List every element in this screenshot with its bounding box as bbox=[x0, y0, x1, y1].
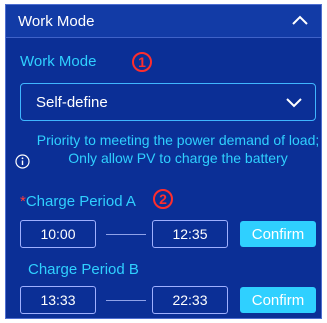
work-mode-select[interactable]: Self-define bbox=[20, 83, 316, 121]
work-mode-selected-value: Self-define bbox=[36, 94, 108, 111]
period-b-end-time[interactable]: 22:33 bbox=[152, 286, 228, 314]
panel-header[interactable]: Work Mode bbox=[6, 5, 321, 38]
charge-period-b-label: Charge Period B bbox=[28, 261, 139, 278]
mode-description: Priority to meeting the power demand of … bbox=[36, 132, 320, 166]
period-b-start-time[interactable]: 13:33 bbox=[20, 286, 96, 314]
period-b-confirm-button[interactable]: Confirm bbox=[240, 287, 316, 313]
period-a-confirm-button[interactable]: Confirm bbox=[240, 221, 316, 247]
chevron-down-icon bbox=[286, 98, 302, 108]
charge-period-a-text: Charge Period A bbox=[25, 193, 136, 210]
time-range-separator bbox=[106, 234, 146, 235]
period-a-start-time[interactable]: 10:00 bbox=[20, 220, 96, 248]
work-mode-label: Work Mode bbox=[20, 53, 97, 70]
work-mode-panel: Work Mode Work Mode 1 Self-define Priori… bbox=[5, 4, 322, 319]
period-a-end-time[interactable]: 12:35 bbox=[152, 220, 228, 248]
annotation-marker-2: 2 bbox=[153, 189, 173, 209]
info-icon bbox=[15, 154, 30, 169]
chevron-up-icon[interactable] bbox=[291, 13, 309, 27]
charge-period-a-label: *Charge Period A bbox=[20, 193, 136, 210]
panel-title: Work Mode bbox=[18, 13, 95, 30]
annotation-marker-1: 1 bbox=[132, 52, 152, 72]
time-range-separator bbox=[106, 300, 146, 301]
